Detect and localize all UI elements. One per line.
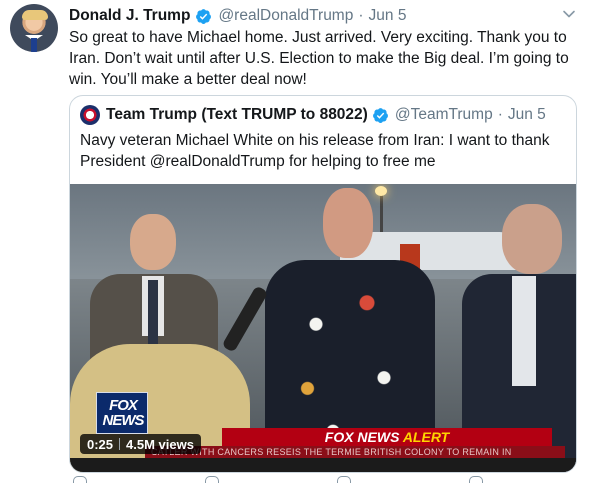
tweet-actions [69, 476, 529, 483]
author-name[interactable]: Donald J. Trump [69, 7, 190, 25]
avatar-tie [31, 38, 37, 52]
quoted-author-handle: @TeamTrump [394, 106, 493, 123]
person-left-head [130, 214, 176, 270]
channel-logo-text: FOX NEWS [102, 397, 145, 429]
tweet[interactable]: Donald J. Trump @realDonaldTrump · Jun 5… [0, 0, 595, 483]
chevron-down-icon[interactable] [562, 7, 576, 21]
reply-icon[interactable] [73, 476, 87, 483]
avatar-hair [22, 10, 48, 20]
video-info-badge: 0:25 4.5M views [80, 434, 201, 454]
tweet-header: Donald J. Trump @realDonaldTrump · Jun 5 [69, 6, 406, 26]
share-icon[interactable] [469, 476, 483, 483]
verified-badge-icon [372, 107, 388, 123]
news-alert-word: ALERT [402, 429, 450, 445]
header-separator: · [358, 7, 364, 24]
person-left-tie [148, 280, 158, 350]
tweet-date[interactable]: Jun 5 [369, 7, 407, 25]
news-alert-banner: FOX NEWS ALERT [222, 428, 552, 446]
news-ticker-text: CATLER WITH CANCERS RESEIS THE TERMIE BR… [151, 447, 512, 457]
like-icon[interactable] [337, 476, 351, 483]
quoted-tweet-date: Jun 5 [507, 106, 546, 123]
quoted-header-separator: · [497, 106, 503, 123]
quoted-author-avatar [80, 105, 100, 125]
news-alert-brand: FOX NEWS [324, 429, 400, 445]
author-avatar[interactable] [10, 4, 58, 52]
retweet-icon[interactable] [205, 476, 219, 483]
quoted-author-name: Team Trump (Text TRUMP to 88022) [106, 106, 368, 123]
news-ticker: CATLER WITH CANCERS RESEIS THE TERMIE BR… [145, 446, 565, 458]
verified-badge-icon [196, 8, 212, 24]
tweet-text: So great to have Michael home. Just arri… [69, 29, 569, 88]
person-center-head [323, 188, 373, 258]
person-right-head [502, 204, 562, 274]
video-view-count: 4.5M views [126, 436, 194, 452]
channel-logo: FOX NEWS [96, 392, 148, 434]
quoted-tweet-header: Team Trump (Text TRUMP to 88022) @TeamTr… [80, 105, 546, 125]
news-alert-text: FOX NEWS ALERT [222, 429, 552, 445]
video-bottom-bar [70, 458, 576, 472]
person-right-shirt [512, 276, 536, 386]
quoted-tweet-text: Navy veteran Michael White on his releas… [80, 132, 550, 170]
video-badge-divider [119, 438, 121, 450]
video-duration: 0:25 [87, 436, 114, 452]
author-handle[interactable]: @realDonaldTrump [218, 7, 353, 25]
quoted-tweet[interactable]: Team Trump (Text TRUMP to 88022) @TeamTr… [69, 95, 577, 473]
video-player[interactable]: FOX NEWS FOX NEWS ALERT CATLER WITH CANC… [70, 184, 576, 472]
